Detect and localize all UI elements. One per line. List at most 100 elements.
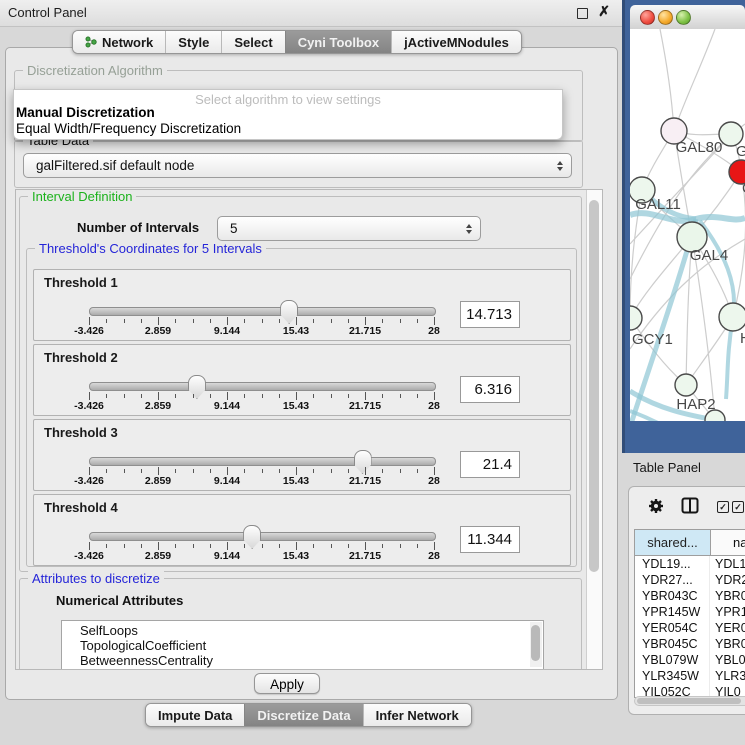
table-row[interactable]: YPR145WYPR1 <box>635 604 745 620</box>
tab-style[interactable]: Style <box>165 31 221 53</box>
threshold-panel: Threshold 2-3.4262.8599.14415.4321.71528… <box>33 344 571 416</box>
table-data-combobox[interactable]: galFiltered.sif default node <box>23 153 572 178</box>
zoom-traffic-light-icon[interactable] <box>676 10 691 25</box>
column-header-shared-name[interactable]: shared... <box>635 530 711 556</box>
network-canvas[interactable]: GAL80GACGAL11GAL4GCY1HHAP2 <box>630 29 745 421</box>
tick-mark <box>227 542 228 550</box>
tick-mark <box>434 542 435 550</box>
gear-icon[interactable] <box>647 497 665 515</box>
table-row[interactable]: YBL079WYBL0 <box>635 652 745 668</box>
tick-label: 9.144 <box>214 325 240 337</box>
attribute-list-item[interactable]: TopologicalCoefficient <box>62 638 543 653</box>
threshold-slider-track[interactable] <box>89 457 436 466</box>
number-of-intervals-combobox[interactable]: 5 <box>217 216 481 241</box>
columns-icon[interactable] <box>681 497 699 514</box>
tick-mark <box>296 392 297 400</box>
tick-mark <box>400 319 401 323</box>
table-row[interactable]: YDL19...YDL1 <box>635 556 745 572</box>
tick-mark <box>175 469 176 473</box>
tick-mark <box>434 317 435 325</box>
tab-impute-data[interactable]: Impute Data <box>146 704 244 726</box>
threshold-value-field[interactable]: 21.4 <box>460 451 520 478</box>
threshold-panel: Threshold 3-3.4262.8599.14415.4321.71528… <box>33 419 571 491</box>
network-node-GCY1[interactable] <box>630 306 642 330</box>
threshold-slider-track[interactable] <box>89 532 436 541</box>
close-traffic-light-icon[interactable] <box>640 10 655 25</box>
table-row[interactable]: YBR043CYBR0 <box>635 588 745 604</box>
table-row[interactable]: YLR345WYLR3 <box>635 668 745 684</box>
checkbox-icon[interactable] <box>732 501 744 513</box>
scrollbar-thumb[interactable] <box>589 200 599 572</box>
tick-label: 28 <box>428 550 440 562</box>
threshold-panel: Threshold 1-3.4262.8599.14415.4321.71528… <box>33 269 571 341</box>
tick-label: -3.426 <box>74 400 104 412</box>
discretization-algorithm-label: Discretization Algorithm <box>23 63 167 78</box>
tick-mark <box>106 394 107 398</box>
numerical-attributes-list[interactable]: SelfLoopsTopologicalCoefficientBetweenne… <box>61 620 544 670</box>
table-panel: shared... na YDL19...YDL1YDR27...YDR2YBR… <box>628 486 745 715</box>
table-horizontal-scrollbar[interactable] <box>634 696 745 706</box>
table-panel-title: Table Panel <box>633 460 701 475</box>
table-row[interactable]: YDR27...YDR2 <box>635 572 745 588</box>
float-window-icon[interactable] <box>577 8 588 19</box>
threshold-value-field[interactable]: 14.713 <box>460 301 520 328</box>
control-panel-titlebar: Control Panel ✗ <box>0 0 622 27</box>
checkbox-icon[interactable] <box>717 501 729 513</box>
close-icon[interactable]: ✗ <box>598 3 610 20</box>
table-row[interactable]: YER054CYER0 <box>635 620 745 636</box>
threshold-slider-track[interactable] <box>89 307 436 316</box>
cell-shared-name: YBR043C <box>635 588 710 604</box>
cyni-toolbox-panel: Discretization Algorithm Select algorith… <box>5 47 618 700</box>
cell-name: YDL1 <box>710 556 745 572</box>
attribute-list-item[interactable]: SelfLoops <box>62 623 543 638</box>
algorithm-menu-item[interactable]: Manual Discretization <box>16 105 155 120</box>
tab-cyni-toolbox[interactable]: Cyni Toolbox <box>285 31 391 53</box>
tab-jactivemnodules[interactable]: jActiveMNodules <box>391 31 521 53</box>
tab-network[interactable]: Network <box>73 31 165 53</box>
tick-label: 2.859 <box>145 400 171 412</box>
threshold-value-field[interactable]: 6.316 <box>460 376 520 403</box>
tick-label: 21.715 <box>349 475 381 487</box>
tick-label: 9.144 <box>214 475 240 487</box>
control-panel-tabs: NetworkStyleSelectCyni ToolboxjActiveMNo… <box>72 30 522 54</box>
tick-label: -3.426 <box>74 550 104 562</box>
tick-mark <box>348 319 349 323</box>
tick-mark <box>106 319 107 323</box>
tick-mark <box>400 544 401 548</box>
scrollbar-thumb[interactable] <box>531 625 540 661</box>
table-data-group: Table Data galFiltered.sif default node <box>14 140 583 188</box>
threshold-slider-track[interactable] <box>89 382 436 391</box>
tab-select[interactable]: Select <box>221 31 284 53</box>
panel-vertical-scrollbar[interactable] <box>586 190 602 669</box>
attribute-list-item[interactable]: BetweennessCentrality <box>62 653 543 668</box>
minimize-traffic-light-icon[interactable] <box>658 10 673 25</box>
tick-mark <box>262 469 263 473</box>
algorithm-menu-item[interactable]: Equal Width/Frequency Discretization <box>16 121 241 136</box>
column-header-name[interactable]: na <box>711 530 745 556</box>
cell-name: YBR0 <box>710 588 745 604</box>
tab-infer-network[interactable]: Infer Network <box>363 704 471 726</box>
tick-mark <box>227 467 228 475</box>
tick-mark <box>348 544 349 548</box>
threshold-value-field[interactable]: 11.344 <box>460 526 520 553</box>
network-node-H-partial[interactable] <box>719 303 745 331</box>
apply-button[interactable]: Apply <box>254 673 320 694</box>
network-window-titlebar[interactable] <box>630 5 745 30</box>
tick-mark <box>175 394 176 398</box>
network-node-HAP2[interactable] <box>675 374 697 396</box>
number-of-intervals-label: Number of Intervals <box>77 220 199 235</box>
tick-mark <box>417 319 418 323</box>
scrollbar-thumb[interactable] <box>637 698 741 704</box>
tick-mark <box>210 469 211 473</box>
cell-name: YDR2 <box>710 572 745 588</box>
tab-discretize-data[interactable]: Discretize Data <box>244 704 362 726</box>
tick-mark <box>141 319 142 323</box>
table-row[interactable]: YBR045CYBR0 <box>635 636 745 652</box>
tick-mark <box>193 319 194 323</box>
tab-label: Impute Data <box>158 708 232 723</box>
tick-mark <box>417 394 418 398</box>
tick-mark <box>434 467 435 475</box>
thresholds-group: Threshold's Coordinates for 5 Intervals … <box>26 248 577 567</box>
tick-mark <box>227 317 228 325</box>
attributes-list-scrollbar[interactable] <box>530 622 542 667</box>
